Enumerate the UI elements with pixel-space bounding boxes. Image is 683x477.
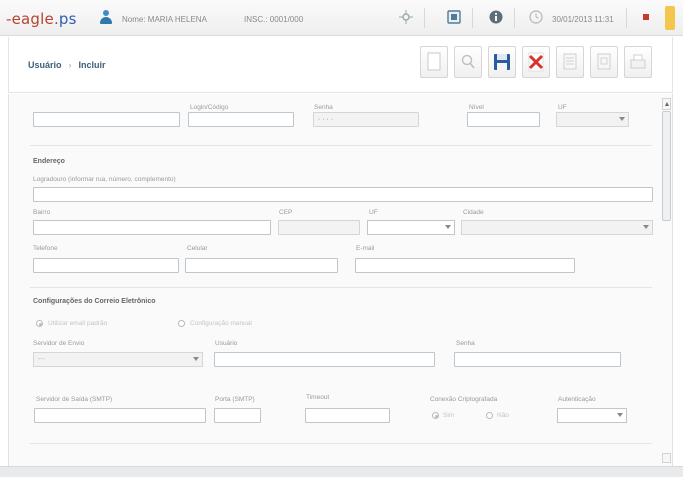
- timeout-input[interactable]: [305, 408, 390, 423]
- email-label: E-mail: [356, 245, 375, 252]
- auth-label: Autenticação: [558, 396, 596, 403]
- new-document-icon: [421, 52, 447, 72]
- divider: [626, 8, 627, 28]
- celular-label: Celular: [187, 245, 208, 252]
- level-label: Nível: [469, 104, 484, 111]
- cep-label: CEP: [279, 209, 293, 216]
- company-info: INSC.: 0001/000: [244, 15, 304, 24]
- copy-button[interactable]: [590, 46, 618, 78]
- delete-button[interactable]: [522, 46, 550, 78]
- breadcrumb-section[interactable]: Usuário: [28, 60, 62, 70]
- logo-suffix: ps: [58, 10, 77, 28]
- divider: [30, 443, 652, 444]
- cep-input[interactable]: [278, 220, 360, 235]
- cidade-select[interactable]: [461, 220, 653, 235]
- address-uf-select[interactable]: [367, 220, 455, 235]
- logo-prefix: -eagle.: [6, 10, 59, 28]
- copy-icon: [591, 52, 617, 72]
- servidor-label: Servidor de Envio: [33, 340, 85, 347]
- divider: [514, 8, 515, 28]
- print-icon: [625, 52, 651, 72]
- radio-default-email[interactable]: [36, 320, 43, 327]
- divider: [424, 8, 425, 28]
- address-section-title: Endereço: [33, 158, 65, 165]
- cidade-label: Cidade: [463, 209, 484, 216]
- user-name: Nome: MARIA HELENA: [122, 15, 207, 24]
- breadcrumb-separator: ›: [68, 60, 72, 70]
- divider: [30, 145, 652, 146]
- new-button[interactable]: [420, 46, 448, 78]
- bookmark-tab[interactable]: [665, 6, 675, 30]
- ssl-no-radio[interactable]: [486, 412, 493, 419]
- network-icon[interactable]: [398, 9, 414, 25]
- divider: [472, 8, 473, 28]
- scroll-up-button[interactable]: [662, 98, 671, 110]
- bairro-label: Bairro: [33, 209, 51, 216]
- usuario-input[interactable]: [214, 352, 435, 367]
- telefone-input[interactable]: [33, 258, 179, 273]
- radio-manual-config[interactable]: [178, 320, 185, 327]
- breadcrumb-page: Incluir: [78, 60, 106, 70]
- email-config-title: Configurações do Correio Eletrônico: [33, 298, 156, 305]
- street-input[interactable]: [33, 187, 653, 202]
- street-label: Logradouro (informar rua, número, comple…: [33, 176, 176, 183]
- edit-icon: [557, 52, 583, 72]
- login-label: Login/Código: [190, 104, 229, 111]
- celular-input[interactable]: [185, 258, 338, 273]
- uf-label: UF: [558, 104, 567, 111]
- telefone-label: Telefone: [33, 245, 58, 252]
- password-input[interactable]: [313, 112, 419, 127]
- bairro-input[interactable]: [33, 220, 271, 235]
- vertical-scrollbar[interactable]: [662, 98, 671, 464]
- ssl-label: Conexão Criptografada: [430, 396, 498, 403]
- current-datetime: 30/01/2013 11:31: [552, 15, 614, 24]
- app-logo[interactable]: -eagle.ps: [6, 10, 77, 28]
- clock-icon: [528, 9, 544, 25]
- auth-select[interactable]: [557, 408, 627, 423]
- ssl-no-label: Não: [497, 412, 509, 419]
- search-button[interactable]: [454, 46, 482, 78]
- port-label: Porta (SMTP): [215, 396, 255, 403]
- login-input[interactable]: [188, 112, 294, 127]
- uf-select[interactable]: [556, 112, 629, 127]
- ssl-yes-label: Sim: [443, 412, 455, 419]
- search-icon: [455, 52, 481, 72]
- bottom-bar: [0, 466, 683, 477]
- smtp-server-label: Servidor de Saída (SMTP): [36, 396, 113, 403]
- save-button[interactable]: [488, 46, 516, 78]
- radio-default-email-label: Utilizar email padrão: [48, 320, 108, 327]
- breadcrumb: Usuário › Incluir: [28, 60, 106, 70]
- port-input[interactable]: [214, 408, 261, 423]
- radio-manual-config-label: Configuração manual: [190, 320, 252, 327]
- divider: [30, 287, 652, 288]
- scroll-down-button[interactable]: [662, 453, 671, 463]
- save-icon: [489, 52, 515, 72]
- servidor-value: ---: [38, 356, 45, 363]
- address-uf-label: UF: [369, 209, 378, 216]
- timeout-label: Timeout: [306, 394, 330, 401]
- usuario-label: Usuário: [215, 340, 238, 347]
- scroll-thumb[interactable]: [662, 111, 671, 221]
- smtp-server-input[interactable]: [34, 408, 206, 423]
- field1-input[interactable]: [33, 112, 180, 127]
- email-input[interactable]: [355, 258, 575, 273]
- user-icon: [100, 10, 112, 24]
- flag-icon[interactable]: [638, 9, 654, 25]
- top-bar: -eagle.ps Nome: MARIA HELENA INSC.: 0001…: [0, 0, 683, 36]
- edit-button[interactable]: [556, 46, 584, 78]
- smtp-password-label: Senha: [456, 340, 475, 347]
- delete-icon: [523, 52, 549, 72]
- level-input[interactable]: [467, 112, 540, 127]
- calendar-icon[interactable]: [446, 9, 462, 25]
- info-icon[interactable]: [488, 9, 504, 25]
- password-label: Senha: [314, 104, 333, 111]
- print-button[interactable]: [624, 46, 652, 78]
- servidor-select[interactable]: ---: [33, 352, 203, 367]
- ssl-yes-radio[interactable]: [432, 412, 439, 419]
- smtp-password-input[interactable]: [454, 352, 621, 367]
